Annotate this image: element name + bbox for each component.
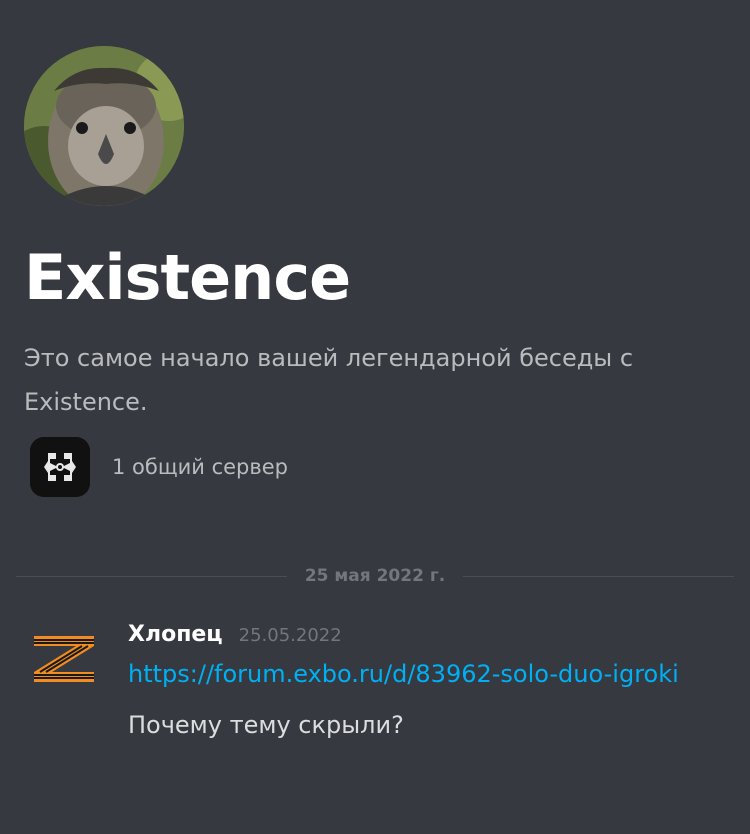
author-name[interactable]: Хлопец	[128, 622, 223, 647]
divider-line-right	[463, 575, 735, 577]
channel-title: Existence	[24, 241, 351, 314]
server-emblem-icon[interactable]	[30, 437, 90, 497]
message-header: Хлопец 25.05.2022	[128, 622, 728, 647]
date-divider-label: 25 мая 2022 г.	[304, 566, 446, 586]
z-ribbon-avatar-icon	[30, 630, 98, 686]
message-timestamp: 25.05.2022	[238, 625, 342, 646]
mutual-servers-label: 1 общий сервер	[112, 455, 289, 479]
date-divider: 25 мая 2022 г.	[16, 566, 735, 586]
channel-intro-text: Это самое начало вашей легендарной бесед…	[24, 344, 634, 416]
eagle-avatar-icon	[24, 46, 184, 206]
message-body: Хлопец 25.05.2022 https://forum.exbo.ru/…	[128, 622, 728, 743]
user-avatar[interactable]	[24, 46, 184, 206]
mutual-servers-row[interactable]: 1 общий сервер	[30, 437, 288, 497]
message-link[interactable]: https://forum.exbo.ru/d/83962-solo-duo-i…	[128, 653, 728, 695]
message-text: Почему тему скрыли?	[128, 711, 404, 739]
divider-line-left	[16, 575, 287, 577]
author-avatar[interactable]	[30, 630, 98, 686]
